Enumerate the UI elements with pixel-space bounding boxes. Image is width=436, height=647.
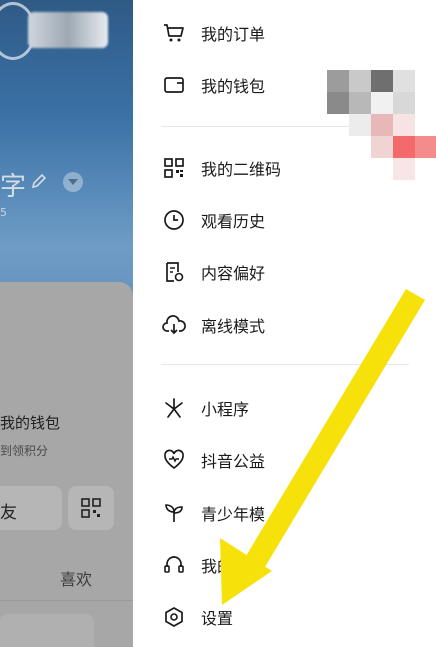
menu-item-label: 内容偏好	[201, 264, 266, 283]
asterisk-icon	[161, 395, 187, 421]
wallet-card-subtitle: 到领积分	[0, 444, 49, 458]
menu-item-label: 我的	[201, 557, 234, 576]
profile-name: 字	[0, 172, 28, 202]
menu-item-offline-mode[interactable]: 离线模式	[161, 305, 431, 345]
divider	[0, 600, 133, 601]
menu-item-orders[interactable]: 我的订单	[161, 13, 431, 53]
cloud-download-icon	[161, 312, 187, 338]
menu-item-label: 离线模式	[201, 317, 266, 336]
menu-item-content-preferences[interactable]: 内容偏好	[161, 252, 431, 292]
headset-icon	[161, 552, 187, 578]
heart-icon	[161, 447, 187, 473]
profile-panel-dimmed: 字 5 我的钱包 到领积分 友 喜欢	[0, 0, 133, 647]
cart-icon	[161, 20, 187, 46]
menu-divider	[161, 364, 409, 365]
add-friend-label: 友	[0, 503, 17, 523]
menu-item-label: 青少年模	[201, 505, 266, 524]
wallet-icon	[161, 72, 187, 98]
qr-code-icon	[81, 498, 101, 518]
clock-icon	[161, 207, 187, 233]
menu-item-mini-programs[interactable]: 小程序	[161, 388, 431, 428]
content-thumbnail[interactable]	[0, 614, 94, 647]
menu-item-settings[interactable]: 设置	[161, 597, 431, 637]
chevron-down-icon	[68, 179, 78, 185]
menu-item-watch-history[interactable]: 观看历史	[161, 200, 431, 240]
document-settings-icon	[161, 259, 187, 285]
qr-code-icon	[161, 155, 187, 181]
menu-item-label: 观看历史	[201, 212, 266, 231]
sprout-icon	[161, 500, 187, 526]
wallet-card-title[interactable]: 我的钱包	[0, 412, 60, 433]
profile-card: 我的钱包 到领积分 友 喜欢	[0, 282, 133, 647]
tab-like[interactable]: 喜欢	[60, 566, 92, 590]
menu-item-label: 抖音公益	[201, 452, 266, 471]
profile-dropdown-button[interactable]	[63, 172, 83, 192]
hexagon-settings-icon	[161, 604, 187, 630]
menu-item-label: 我的钱包	[201, 77, 266, 96]
menu-item-label: 我的二维码	[201, 160, 282, 179]
menu-item-charity[interactable]: 抖音公益	[161, 440, 431, 480]
blurred-username	[28, 12, 108, 48]
menu-item-customer-service[interactable]: 我的	[161, 545, 431, 585]
menu-item-label: 设置	[201, 609, 234, 628]
menu-item-label: 小程序	[201, 400, 250, 419]
blurred-balance-mosaic	[327, 70, 436, 180]
edit-pen-icon	[31, 173, 47, 189]
qr-code-button[interactable]	[68, 486, 114, 530]
add-friend-button[interactable]: 友	[0, 486, 62, 530]
menu-item-label: 我的订单	[201, 25, 266, 44]
menu-item-teen-mode[interactable]: 青少年模	[161, 493, 431, 533]
profile-subtext: 5	[0, 206, 7, 219]
